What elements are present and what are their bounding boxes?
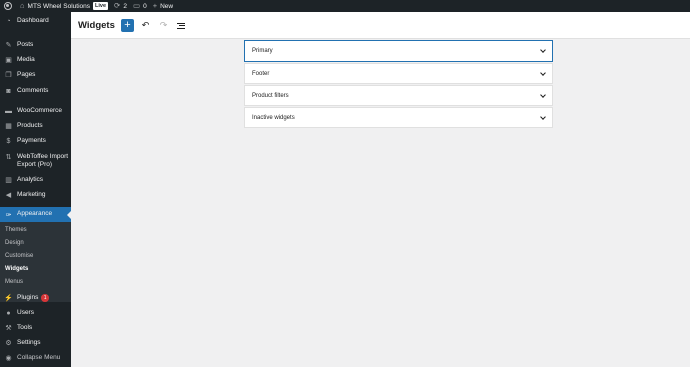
pages-icon: ❐ — [5, 72, 12, 80]
sidebar-item-comments[interactable]: ◙ Comments — [0, 87, 71, 95]
submenu-item-widgets[interactable]: Widgets — [5, 266, 28, 272]
widget-area-primary[interactable]: Primary — [244, 40, 553, 62]
chevron-down-icon[interactable] — [540, 113, 546, 120]
collapse-menu-button[interactable]: ◉ Collapse Menu — [0, 354, 71, 362]
widget-area-title: Inactive widgets — [252, 114, 295, 121]
sidebar-item-analytics[interactable]: ▥ Analytics — [0, 176, 71, 184]
sidebar-item-users[interactable]: ● Users — [0, 309, 71, 317]
list-view-button[interactable] — [175, 19, 188, 32]
add-block-button[interactable]: + — [121, 19, 134, 32]
home-icon: ⌂ — [20, 1, 25, 11]
appearance-submenu: Themes Design Customise Widgets Menus — [0, 222, 71, 302]
page-title: Widgets — [78, 20, 115, 31]
sidebar-item-webtoffee[interactable]: ⇅ WebToffee Import Export (Pro) — [0, 153, 71, 169]
current-menu-arrow — [67, 210, 71, 219]
paintbrush-icon: ✑ — [5, 211, 12, 219]
plugins-update-badge: 1 — [41, 294, 49, 302]
submenu-item-themes[interactable]: Themes — [5, 227, 27, 233]
submenu-item-customise[interactable]: Customise — [5, 253, 33, 259]
sidebar-item-woocommerce[interactable]: ▬ WooCommerce — [0, 107, 71, 115]
sidebar-item-media[interactable]: ▣ Media — [0, 56, 71, 64]
dashboard-icon: ◔ — [6, 17, 11, 25]
wordpress-logo-icon[interactable] — [4, 2, 12, 10]
comments-link[interactable]: ▭ 0 — [133, 0, 147, 12]
widget-area-title: Product filters — [252, 92, 289, 99]
sidebar-item-pages[interactable]: ❐ Pages — [0, 71, 71, 79]
sidebar-item-payments[interactable]: $ Payments — [0, 137, 71, 145]
admin-sidebar: ◔ Dashboard ✎ Posts ▣ Media ❐ Pages ◙ Co… — [0, 12, 71, 367]
pin-icon: ✎ — [5, 42, 12, 50]
sidebar-item-posts[interactable]: ✎ Posts — [0, 41, 71, 49]
payments-icon: $ — [6, 137, 11, 145]
settings-icon: ⚙ — [5, 340, 12, 348]
chevron-down-icon[interactable] — [540, 69, 546, 76]
widget-area-title: Footer — [252, 70, 270, 77]
updates-link[interactable]: ⟳ 2 — [114, 0, 127, 12]
plus-icon: + — [152, 1, 158, 11]
submenu-item-menus[interactable]: Menus — [5, 279, 23, 285]
comment-bubble-icon: ▭ — [132, 1, 141, 11]
sidebar-item-appearance[interactable]: ✑ Appearance — [0, 207, 71, 222]
sidebar-item-products[interactable]: ▦ Products — [0, 122, 71, 130]
widget-area-footer[interactable]: Footer — [244, 63, 553, 84]
undo-icon: ↶ — [141, 20, 150, 30]
sidebar-item-dashboard[interactable]: ◔ Dashboard — [0, 17, 71, 25]
list-view-icon — [177, 22, 185, 24]
chevron-down-icon[interactable] — [540, 91, 546, 98]
plus-icon: + — [124, 19, 131, 31]
redo-icon: ↷ — [159, 20, 168, 30]
users-icon: ● — [6, 309, 11, 317]
updates-icon: ⟳ — [114, 1, 121, 11]
widget-area-product-filters[interactable]: Product filters — [244, 85, 553, 106]
wrench-icon: ⚒ — [5, 325, 12, 333]
admin-bar: ⌂ MTS Wheel Solutions Live ⟳ 2 ▭ 0 + New — [0, 0, 690, 12]
products-icon: ▦ — [5, 123, 12, 131]
sidebar-item-tools[interactable]: ⚒ Tools — [0, 324, 71, 332]
sidebar-item-plugins[interactable]: ⚡ Plugins 1 — [0, 294, 71, 302]
live-badge: Live — [93, 2, 109, 10]
plugin-icon: ⚡ — [4, 295, 13, 303]
sidebar-item-marketing[interactable]: ◀ Marketing — [0, 191, 71, 199]
megaphone-icon: ◀ — [5, 192, 12, 200]
undo-button[interactable]: ↶ — [139, 19, 152, 32]
submenu-item-design[interactable]: Design — [5, 240, 24, 246]
new-content-link[interactable]: + New — [153, 0, 173, 12]
site-name-link[interactable]: ⌂ MTS Wheel Solutions Live — [20, 0, 109, 12]
comment-icon: ◙ — [6, 87, 11, 95]
import-export-icon: ⇅ — [5, 154, 12, 161]
widget-area-title: Primary — [252, 48, 273, 54]
editor-header: Widgets + ↶ ↷ — [71, 12, 690, 39]
analytics-icon: ▥ — [5, 177, 12, 185]
woocommerce-icon: ▬ — [5, 107, 12, 115]
widget-area-inactive[interactable]: Inactive widgets — [244, 107, 553, 128]
chevron-down-icon[interactable] — [540, 47, 546, 53]
sidebar-item-settings[interactable]: ⚙ Settings — [0, 339, 71, 347]
media-icon: ▣ — [5, 57, 12, 65]
redo-button[interactable]: ↷ — [157, 19, 170, 32]
collapse-icon: ◉ — [5, 355, 12, 363]
